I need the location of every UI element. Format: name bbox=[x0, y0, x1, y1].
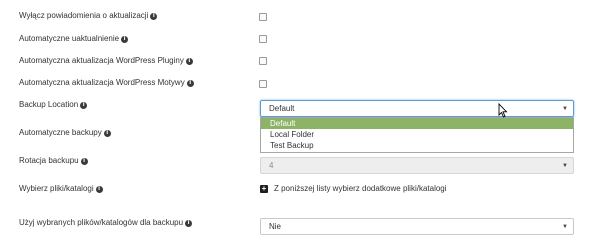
add-files-text[interactable]: Z poniższej listy wybierz dodatkowe plik… bbox=[274, 184, 447, 194]
info-icon[interactable]: i bbox=[80, 157, 88, 165]
label-text: Rotacja backupu bbox=[19, 156, 79, 165]
backup-rotation-select: 4 ▼ bbox=[260, 157, 574, 174]
chevron-down-icon: ▼ bbox=[562, 162, 568, 169]
label-text: Użyj wybranych plików/katalogów dla back… bbox=[19, 218, 184, 227]
label-text: Automatyczne backupy bbox=[19, 128, 102, 137]
label-text: Wybierz pliki/katalogi bbox=[19, 184, 94, 193]
disable-notifications-checkbox[interactable] bbox=[259, 13, 267, 21]
dropdown-option[interactable]: Test Backup bbox=[261, 140, 573, 151]
dropdown-option[interactable]: Local Folder bbox=[261, 129, 573, 140]
label-text: Backup Location bbox=[19, 100, 79, 109]
chevron-down-icon: ▼ bbox=[562, 105, 568, 112]
mouse-pointer-icon bbox=[498, 103, 508, 118]
info-icon[interactable]: i bbox=[103, 129, 111, 137]
select-value: Default bbox=[269, 104, 295, 113]
label-use-selected: Użyj wybranych plików/katalogów dla back… bbox=[19, 218, 193, 228]
label-auto-themes: Automatyczna aktualizacja WordPress Moty… bbox=[19, 78, 194, 88]
label-disable-notifications: Wyłącz powiadomienia o aktualizacji i bbox=[19, 11, 158, 21]
info-icon[interactable]: i bbox=[121, 35, 129, 43]
info-icon[interactable]: i bbox=[95, 185, 103, 193]
info-icon[interactable]: i bbox=[185, 57, 193, 65]
label-text: Wyłącz powiadomienia o aktualizacji bbox=[19, 11, 149, 20]
select-value: 4 bbox=[269, 161, 274, 170]
label-auto-plugins: Automatyczna aktualizacja WordPress Plug… bbox=[19, 56, 193, 66]
label-auto-updates: Automatyczne uaktualnienie i bbox=[19, 34, 129, 44]
label-backup-location: Backup Location i bbox=[19, 100, 88, 110]
auto-plugins-checkbox[interactable] bbox=[259, 57, 267, 65]
auto-updates-checkbox[interactable] bbox=[259, 35, 267, 43]
label-choose-files: Wybierz pliki/katalogi i bbox=[19, 184, 103, 194]
info-icon[interactable]: i bbox=[185, 219, 193, 227]
label-auto-backups: Automatyczne backupy i bbox=[19, 128, 111, 138]
label-text: Automatyczna aktualizacja WordPress Plug… bbox=[19, 56, 184, 65]
info-icon[interactable]: i bbox=[80, 101, 88, 109]
info-icon[interactable]: i bbox=[186, 79, 194, 87]
select-value: Nie bbox=[269, 222, 282, 231]
use-selected-select[interactable]: Nie ▼ bbox=[260, 218, 574, 235]
dropdown-option[interactable]: Default bbox=[261, 118, 573, 129]
chevron-down-icon: ▼ bbox=[562, 223, 568, 230]
auto-themes-checkbox[interactable] bbox=[259, 80, 267, 88]
label-backup-rotation: Rotacja backupu i bbox=[19, 156, 88, 166]
backup-location-dropdown: Default Local Folder Test Backup bbox=[260, 117, 574, 153]
info-icon[interactable]: i bbox=[150, 12, 158, 20]
plus-icon[interactable]: + bbox=[260, 185, 268, 193]
label-text: Automatyczna aktualizacja WordPress Moty… bbox=[19, 78, 185, 87]
backup-location-select[interactable]: Default ▼ bbox=[260, 100, 574, 117]
label-text: Automatyczne uaktualnienie bbox=[19, 34, 120, 43]
